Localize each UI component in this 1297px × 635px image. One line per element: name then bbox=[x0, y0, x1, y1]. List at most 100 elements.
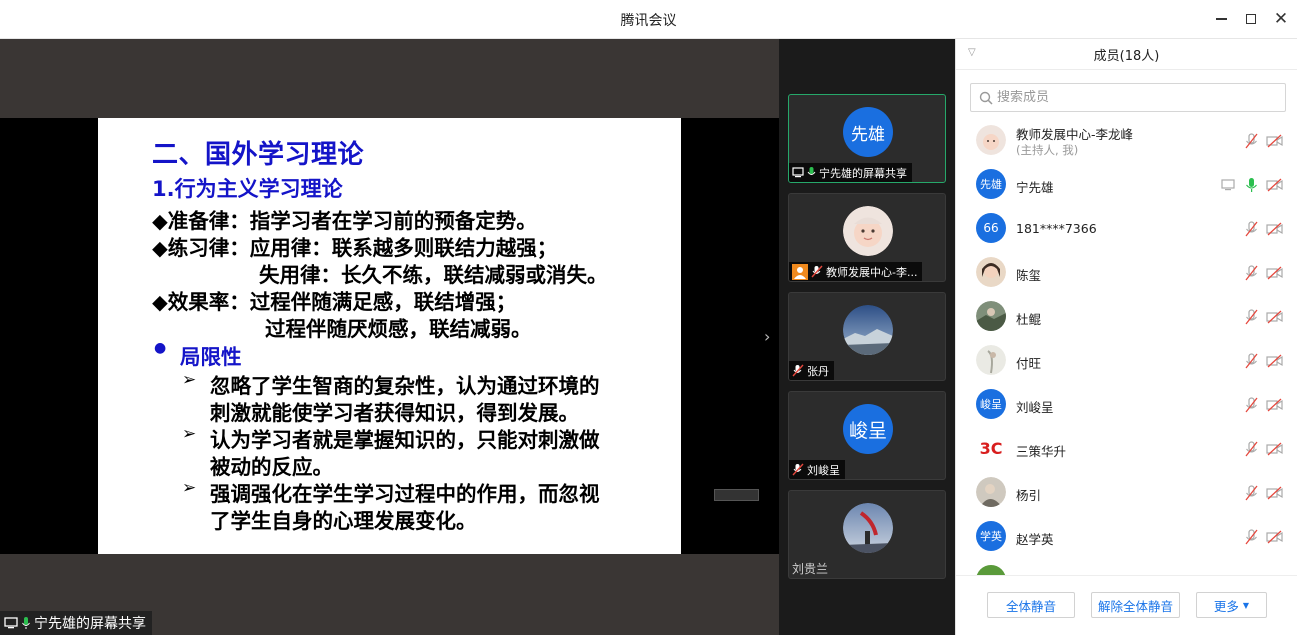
member-name: 三策华升 bbox=[1016, 444, 1067, 459]
screen-share-icon bbox=[792, 167, 804, 178]
maximize-button[interactable] bbox=[1238, 7, 1264, 31]
tile-name-tag: 刘峻呈 bbox=[789, 460, 845, 479]
mini-control-bar[interactable] bbox=[714, 489, 759, 501]
shared-screen-area[interactable]: 二、国外学习理论 1.行为主义学习理论 ◆准备律：指学习者在学习前的预备定势。 … bbox=[0, 39, 779, 635]
member-row[interactable]: 3C 三策华升 bbox=[956, 427, 1297, 471]
member-name: 杨引 bbox=[1016, 488, 1042, 503]
video-tile[interactable]: 张丹 bbox=[788, 292, 946, 381]
slide-line: 失用律：长久不练，联结减弱或消失。 bbox=[259, 263, 608, 287]
tile-name: 宁先雄的屏幕共享 bbox=[819, 166, 907, 180]
avatar bbox=[976, 565, 1006, 575]
logo-text: 3C bbox=[979, 438, 1003, 458]
mic-muted-icon[interactable] bbox=[1243, 485, 1261, 501]
member-row[interactable]: 教师发展中心-李龙峰 (主持人, 我) bbox=[956, 119, 1297, 163]
camera-off-icon[interactable] bbox=[1266, 353, 1284, 369]
window-title: 腾讯会议 bbox=[620, 13, 677, 29]
camera-off-icon[interactable] bbox=[1266, 309, 1284, 325]
tile-name: 刘峻呈 bbox=[807, 463, 840, 477]
member-role: (主持人, 我) bbox=[1016, 143, 1079, 157]
chevron-down-icon[interactable]: ▽ bbox=[968, 47, 976, 58]
point-line: 被动的反应。 bbox=[210, 455, 333, 479]
member-row[interactable]: 陈玺 bbox=[956, 251, 1297, 295]
member-list: 教师发展中心-李龙峰 (主持人, 我) 先雄 宁先雄 66 181****736… bbox=[956, 119, 1297, 575]
avatar: 66 bbox=[976, 213, 1006, 243]
avatar bbox=[843, 206, 893, 256]
mic-muted-icon[interactable] bbox=[1243, 529, 1261, 545]
member-name: 付旺 bbox=[1016, 356, 1042, 371]
avatar: 学英 bbox=[976, 521, 1006, 551]
slide-line: 过程伴随厌烦感，联结减弱。 bbox=[265, 317, 532, 341]
mic-muted-icon bbox=[792, 364, 804, 377]
member-row[interactable]: 杨引 bbox=[956, 471, 1297, 515]
slide-line: ◆效果率：过程伴随满足感，联结增强； bbox=[152, 290, 517, 314]
more-button[interactable]: 更多 ▼ bbox=[1196, 592, 1267, 618]
member-name: 刘峻呈 bbox=[1016, 400, 1054, 415]
member-search-box[interactable] bbox=[970, 83, 1286, 112]
logo-avatar: 3C bbox=[976, 433, 1006, 463]
camera-off-icon[interactable] bbox=[1266, 221, 1284, 237]
avatar bbox=[976, 345, 1006, 375]
member-name: 宁先雄 bbox=[1016, 180, 1054, 195]
avatar bbox=[976, 477, 1006, 507]
unmute-all-button[interactable]: 解除全体静音 bbox=[1091, 592, 1180, 618]
camera-off-icon[interactable] bbox=[1266, 177, 1284, 193]
avatar bbox=[843, 503, 893, 553]
mic-muted-icon[interactable] bbox=[1243, 441, 1261, 457]
member-row[interactable]: 付旺 bbox=[956, 339, 1297, 383]
member-row[interactable]: 66 181****7366 bbox=[956, 207, 1297, 251]
camera-off-icon[interactable] bbox=[1266, 529, 1284, 545]
mic-muted-icon[interactable] bbox=[1243, 353, 1261, 369]
presentation-slide: 二、国外学习理论 1.行为主义学习理论 ◆准备律：指学习者在学习前的预备定势。 … bbox=[98, 118, 681, 554]
minimize-icon bbox=[1215, 18, 1227, 20]
slide-subtitle: 1.行为主义学习理论 bbox=[152, 177, 343, 201]
video-tiles-column: 先雄 宁先雄的屏幕共享 教师发展中心-李... 张丹 峻呈 刘峻呈 刘贵兰 bbox=[779, 39, 955, 635]
section-heading: 局限性 bbox=[180, 345, 242, 369]
mic-muted-icon[interactable] bbox=[1243, 265, 1261, 281]
member-name: 赵学英 bbox=[1016, 532, 1054, 547]
avatar: 先雄 bbox=[976, 169, 1006, 199]
mic-muted-icon bbox=[792, 463, 804, 476]
video-tile[interactable]: 刘贵兰 bbox=[788, 490, 946, 579]
video-tile[interactable]: 教师发展中心-李... bbox=[788, 193, 946, 282]
mic-muted-icon[interactable] bbox=[1243, 309, 1261, 325]
members-title: 成员(18人) bbox=[1093, 48, 1160, 64]
member-name: 陈玺 bbox=[1016, 268, 1042, 283]
mic-muted-icon[interactable] bbox=[1243, 397, 1261, 413]
arrow-bullet-icon: ➢ bbox=[182, 478, 197, 498]
members-header: ▽ 成员(18人) bbox=[956, 39, 1297, 70]
member-row[interactable]: 先雄 宁先雄 bbox=[956, 163, 1297, 207]
point-line: 强调强化在学生学习过程中的作用，而忽视 bbox=[210, 482, 600, 506]
mute-all-button[interactable]: 全体静音 bbox=[987, 592, 1075, 618]
members-panel: ▽ 成员(18人) 教师发展中心-李龙峰 (主持人, 我) 先雄 宁先雄 66 … bbox=[955, 39, 1297, 635]
slide-title: 二、国外学习理论 bbox=[152, 140, 365, 170]
tile-name-tag: 张丹 bbox=[789, 361, 834, 380]
camera-off-icon[interactable] bbox=[1266, 133, 1284, 149]
camera-off-icon[interactable] bbox=[1266, 485, 1284, 501]
member-row[interactable] bbox=[956, 559, 1297, 575]
tile-name: 教师发展中心-李... bbox=[826, 265, 918, 279]
camera-off-icon[interactable] bbox=[1266, 441, 1284, 457]
slide-line: ◆练习律：应用律：联系越多则联结力越强； bbox=[152, 236, 558, 260]
close-button[interactable]: ✕ bbox=[1268, 7, 1294, 31]
arrow-bullet-icon: ➢ bbox=[182, 424, 197, 444]
member-row[interactable]: 杜鲲 bbox=[956, 295, 1297, 339]
member-name: 教师发展中心-李龙峰 bbox=[1016, 127, 1134, 142]
video-tile[interactable]: 峻呈 刘峻呈 bbox=[788, 391, 946, 480]
camera-off-icon[interactable] bbox=[1266, 265, 1284, 281]
member-row[interactable]: 峻呈 刘峻呈 bbox=[956, 383, 1297, 427]
minimize-button[interactable] bbox=[1208, 7, 1234, 31]
mic-on-icon[interactable] bbox=[1243, 177, 1261, 193]
search-input[interactable] bbox=[997, 90, 1277, 105]
avatar bbox=[976, 125, 1006, 155]
mic-muted-icon[interactable] bbox=[1243, 221, 1261, 237]
mic-muted-icon bbox=[811, 265, 823, 278]
chevron-right-icon[interactable]: › bbox=[764, 327, 770, 346]
avatar: 先雄 bbox=[843, 107, 893, 157]
member-row[interactable]: 学英 赵学英 bbox=[956, 515, 1297, 559]
mic-muted-icon[interactable] bbox=[1243, 133, 1261, 149]
tile-name-tag: 教师发展中心-李... bbox=[789, 262, 923, 281]
arrow-bullet-icon: ➢ bbox=[182, 370, 197, 390]
camera-off-icon[interactable] bbox=[1266, 397, 1284, 413]
video-tile[interactable]: 先雄 宁先雄的屏幕共享 bbox=[788, 94, 946, 183]
member-name: 杜鲲 bbox=[1016, 312, 1042, 327]
